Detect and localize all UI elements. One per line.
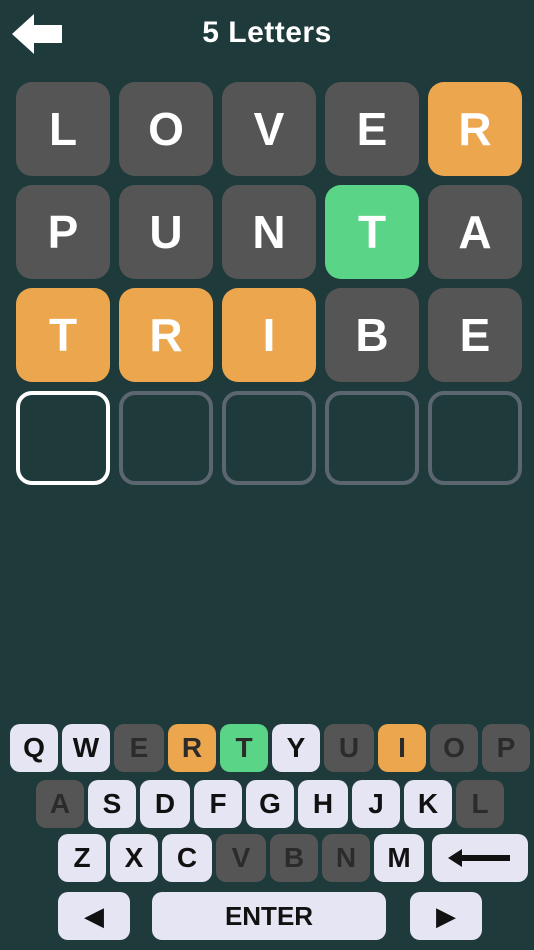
key[interactable]: N <box>322 834 370 882</box>
tile <box>222 391 316 485</box>
guess-row-4 <box>16 391 526 487</box>
guess-row-3: T R I B E <box>16 288 526 384</box>
key[interactable]: Q <box>10 724 58 772</box>
key[interactable]: H <box>298 780 348 828</box>
left-arrow-key[interactable]: ◀ <box>58 892 130 940</box>
tile: E <box>428 288 522 382</box>
keyboard-row-3: Z X C V B N M <box>0 834 534 882</box>
tile <box>325 391 419 485</box>
tile <box>428 391 522 485</box>
guess-row-2: P U N T A <box>16 185 526 281</box>
key[interactable]: L <box>456 780 504 828</box>
guess-row-1: L O V E R <box>16 82 526 178</box>
tile: V <box>222 82 316 176</box>
tile: R <box>119 288 213 382</box>
backspace-key[interactable] <box>432 834 528 882</box>
tile: B <box>325 288 419 382</box>
key[interactable]: B <box>270 834 318 882</box>
key[interactable]: E <box>114 724 164 772</box>
key[interactable]: Z <box>58 834 106 882</box>
tile <box>119 391 213 485</box>
tile <box>16 391 110 485</box>
tile: E <box>325 82 419 176</box>
key[interactable]: K <box>404 780 452 828</box>
key[interactable]: U <box>324 724 374 772</box>
tile: R <box>428 82 522 176</box>
tile: T <box>325 185 419 279</box>
key[interactable]: I <box>378 724 426 772</box>
key[interactable]: S <box>88 780 136 828</box>
enter-key[interactable]: ENTER <box>152 892 386 940</box>
backspace-arrow-icon <box>448 849 510 867</box>
game-board: L O V E R P U N T A T R I B E <box>16 82 526 494</box>
key[interactable]: W <box>62 724 110 772</box>
tile: O <box>119 82 213 176</box>
tile: L <box>16 82 110 176</box>
key[interactable]: M <box>374 834 424 882</box>
tile: T <box>16 288 110 382</box>
key[interactable]: G <box>246 780 294 828</box>
key[interactable]: D <box>140 780 190 828</box>
tile: N <box>222 185 316 279</box>
key[interactable]: C <box>162 834 212 882</box>
key[interactable]: A <box>36 780 84 828</box>
key[interactable]: T <box>220 724 268 772</box>
keyboard-row-4: ◀ ENTER ▶ <box>0 892 534 940</box>
key[interactable]: P <box>482 724 530 772</box>
tile: U <box>119 185 213 279</box>
key[interactable]: V <box>216 834 266 882</box>
key[interactable]: J <box>352 780 400 828</box>
tile: A <box>428 185 522 279</box>
key[interactable]: O <box>430 724 478 772</box>
tile: I <box>222 288 316 382</box>
key[interactable]: Y <box>272 724 320 772</box>
page-title: 5 Letters <box>202 16 332 49</box>
tile: P <box>16 185 110 279</box>
header: 5 Letters <box>0 0 534 72</box>
key[interactable]: F <box>194 780 242 828</box>
keyboard-row-1: Q W E R T Y U I O P <box>0 724 534 772</box>
key[interactable]: X <box>110 834 158 882</box>
right-arrow-key[interactable]: ▶ <box>410 892 482 940</box>
keyboard-row-2: A S D F G H J K L <box>0 780 534 828</box>
key[interactable]: R <box>168 724 216 772</box>
